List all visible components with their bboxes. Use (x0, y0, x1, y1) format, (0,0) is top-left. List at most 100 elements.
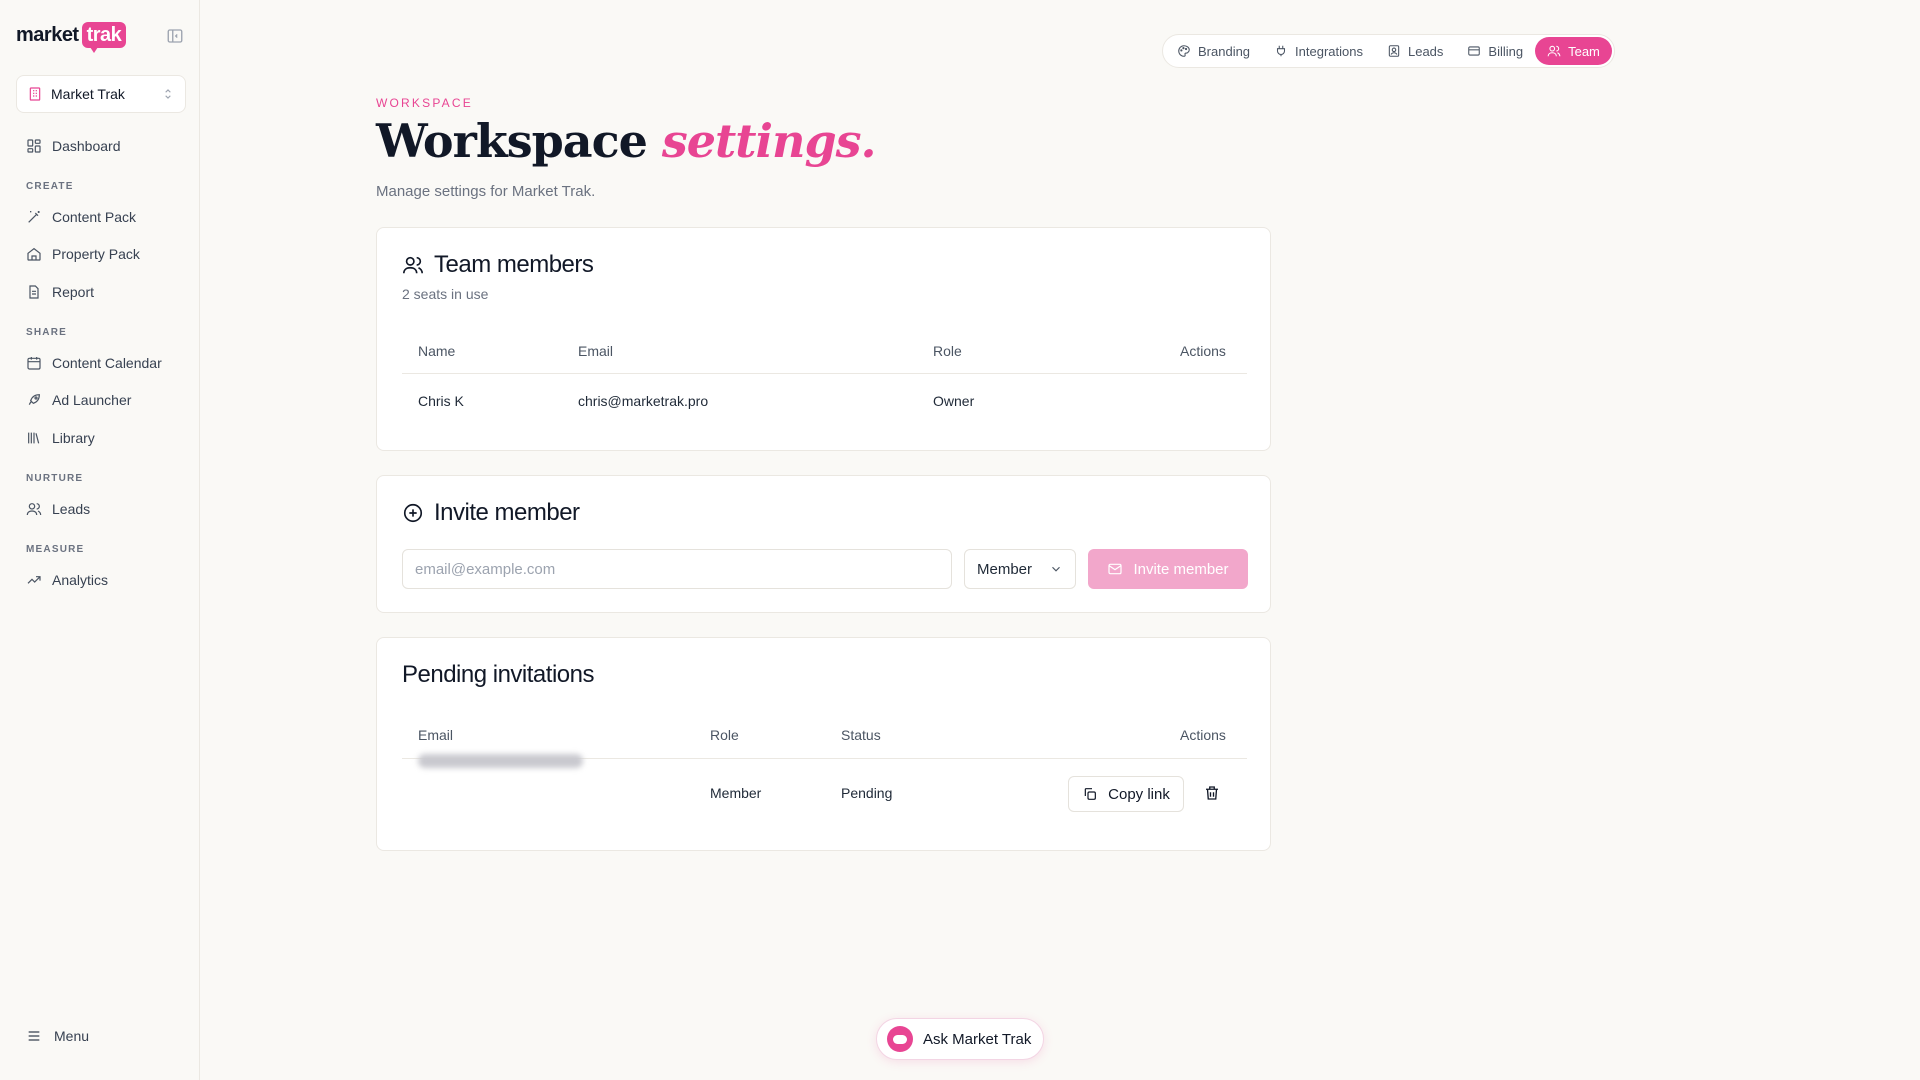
page-subtitle: Manage settings for Market Trak. (376, 183, 596, 200)
contact-icon (1387, 44, 1401, 58)
sidebar-item-report[interactable]: Report (16, 276, 186, 308)
palette-icon (1177, 44, 1191, 58)
home-icon (26, 246, 42, 262)
wand-icon (26, 209, 42, 225)
sidebar-item-library[interactable]: Library (16, 422, 186, 454)
ask-assistant-label: Ask Market Trak (923, 1030, 1032, 1048)
tab-label: Branding (1198, 43, 1251, 59)
collapse-sidebar-icon[interactable] (166, 27, 184, 45)
sidebar: market trak Market Trak Dashboard CREATE… (0, 0, 200, 1080)
sidebar-section-create: CREATE (26, 181, 74, 192)
team-members-title: Team members (402, 251, 594, 279)
card-icon (1467, 44, 1481, 58)
sidebar-item-dashboard[interactable]: Dashboard (16, 130, 186, 162)
sidebar-item-leads[interactable]: Leads (16, 493, 186, 525)
plus-circle-icon (402, 502, 424, 524)
sidebar-section-measure: MEASURE (26, 544, 85, 555)
copy-link-label: Copy link (1108, 785, 1170, 803)
column-header-email: Email (418, 727, 454, 743)
workspace-name: Market Trak (51, 86, 125, 102)
rocket-icon (26, 392, 42, 408)
calendar-icon (26, 355, 42, 371)
settings-tabs: Branding Integrations Leads Billing Team (1162, 34, 1615, 68)
member-name: Chris K (418, 393, 464, 409)
invite-status: Pending (841, 785, 893, 801)
column-header-name: Name (418, 343, 456, 359)
copy-link-button[interactable]: Copy link (1068, 776, 1184, 812)
tab-label: Leads (1407, 43, 1444, 59)
chevron-down-icon (1049, 562, 1063, 576)
tab-branding[interactable]: Branding (1165, 37, 1262, 65)
sidebar-item-content-pack[interactable]: Content Pack (16, 201, 186, 233)
page-title-main: Workspace (376, 114, 648, 168)
column-header-role: Role (710, 727, 739, 743)
column-header-email: Email (578, 343, 614, 359)
seats-in-use: 2 seats in use (402, 286, 489, 302)
trend-icon (26, 572, 42, 588)
sidebar-item-label: Library (52, 430, 95, 446)
column-header-actions: Actions (1180, 727, 1226, 743)
invite-button-label: Invite member (1133, 560, 1229, 578)
building-icon (27, 86, 43, 102)
plug-icon (1274, 44, 1288, 58)
brand-logo[interactable]: market trak (16, 20, 127, 53)
sidebar-item-ad-launcher[interactable]: Ad Launcher (16, 384, 186, 416)
delete-invitation-icon[interactable] (1203, 784, 1221, 802)
pending-invitations-title: Pending invitations (402, 661, 594, 689)
table-divider (402, 373, 1247, 374)
sidebar-section-nurture: NURTURE (26, 473, 84, 484)
chat-bubble-icon (887, 1026, 913, 1052)
team-members-card: Team members 2 seats in use Name Email R… (376, 227, 1271, 451)
sidebar-item-label: Report (52, 284, 95, 300)
copy-icon (1082, 786, 1098, 802)
tab-billing[interactable]: Billing (1455, 37, 1535, 65)
workspace-selector[interactable]: Market Trak (16, 75, 186, 113)
sidebar-item-label: Analytics (52, 572, 109, 588)
pending-invitations-card: Pending invitations Email Role Status Ac… (376, 637, 1271, 851)
role-select-value: Member (977, 560, 1033, 578)
document-icon (26, 284, 42, 300)
member-role: Owner (933, 393, 975, 409)
hamburger-icon (26, 1028, 42, 1044)
library-icon (26, 430, 42, 446)
tab-team[interactable]: Team (1535, 37, 1612, 65)
mail-icon (1107, 561, 1123, 577)
invite-role-select[interactable]: Member (964, 549, 1076, 589)
sidebar-item-label: Content Calendar (52, 355, 162, 371)
tab-label: Team (1568, 43, 1600, 59)
member-email: chris@marketrak.pro (578, 393, 709, 409)
sidebar-item-content-calendar[interactable]: Content Calendar (16, 347, 186, 379)
chevron-updown-icon (161, 87, 175, 101)
page-eyebrow: WORKSPACE (376, 96, 473, 110)
column-header-status: Status (841, 727, 881, 743)
tab-label: Integrations (1295, 43, 1363, 59)
invite-member-button[interactable]: Invite member (1088, 549, 1248, 589)
menu-label: Menu (54, 1028, 90, 1044)
sidebar-section-share: SHARE (26, 327, 68, 338)
sidebar-item-label: Leads (52, 501, 91, 517)
sidebar-item-label: Ad Launcher (52, 392, 132, 408)
column-header-role: Role (933, 343, 962, 359)
column-header-actions: Actions (1180, 343, 1226, 359)
brand-word: market (16, 23, 79, 46)
card-title-text: Team members (434, 251, 594, 278)
tab-label: Billing (1488, 43, 1524, 59)
sidebar-item-label: Content Pack (52, 209, 137, 225)
tab-leads[interactable]: Leads (1375, 37, 1455, 65)
sidebar-item-property-pack[interactable]: Property Pack (16, 238, 186, 270)
sidebar-item-label: Dashboard (52, 138, 121, 154)
card-title-text: Pending invitations (402, 661, 594, 688)
dashboard-icon (26, 138, 42, 154)
invite-member-card: Invite member Member Invite member (376, 475, 1271, 613)
page-title-accent: settings. (661, 114, 877, 168)
menu-button[interactable]: Menu (26, 1028, 89, 1044)
tab-integrations[interactable]: Integrations (1262, 37, 1375, 65)
ask-assistant-button[interactable]: Ask Market Trak (876, 1018, 1044, 1060)
card-title-text: Invite member (434, 499, 580, 526)
users-icon (1547, 44, 1561, 58)
users-icon (26, 501, 42, 517)
invite-member-title: Invite member (402, 499, 580, 527)
invite-email-input[interactable] (402, 549, 952, 589)
sidebar-item-analytics[interactable]: Analytics (16, 564, 186, 596)
invite-role: Member (710, 785, 762, 801)
